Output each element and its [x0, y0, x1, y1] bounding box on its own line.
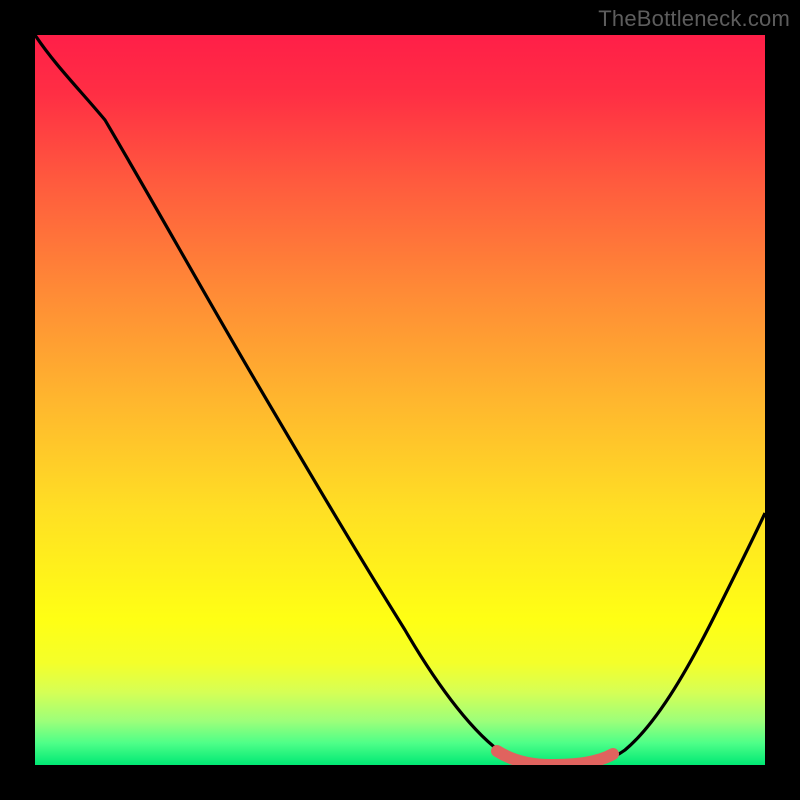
watermark-text: TheBottleneck.com [598, 6, 790, 32]
chart-stage: TheBottleneck.com [0, 0, 800, 800]
optimal-range-highlight [35, 35, 765, 765]
plot-area [35, 35, 765, 765]
highlight-path [497, 751, 613, 765]
